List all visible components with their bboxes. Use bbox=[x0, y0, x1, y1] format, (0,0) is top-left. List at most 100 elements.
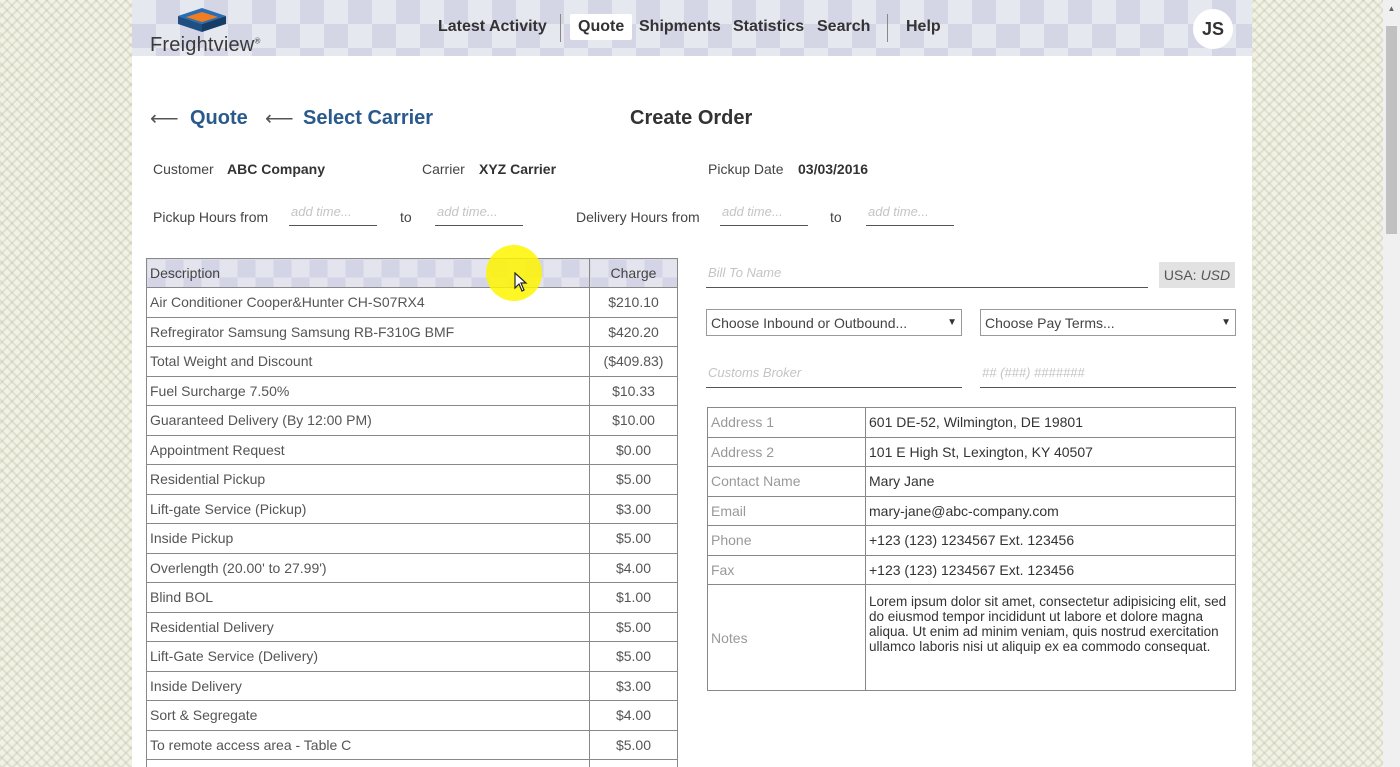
inbound-outbound-select-value: Choose Inbound or Outbound... bbox=[711, 314, 908, 331]
charge-row: Fuel Surcharge 7.50% $10.33 bbox=[146, 375, 678, 406]
charges-table-body: Air Conditioner Cooper&Hunter CH-S07RX4 $… bbox=[146, 287, 678, 767]
pickup-from-time-input[interactable] bbox=[289, 198, 377, 226]
customs-broker-phone-input[interactable] bbox=[980, 358, 1236, 388]
nav-statistics[interactable]: Statistics bbox=[733, 18, 804, 36]
phone-label: Phone bbox=[707, 525, 866, 556]
address1-value[interactable]: 601 DE-52, Wilmington, DE 19801 bbox=[865, 407, 1236, 438]
charge-row: Lift-gate Service (Pickup) $3.00 bbox=[146, 493, 678, 524]
charge-row: Overlength (20.00' to 27.99') $4.00 bbox=[146, 552, 678, 583]
charge-description: Lift-Gate Service (Delivery) bbox=[146, 641, 590, 672]
charge-description: Fuel Surcharge 7.50% bbox=[146, 375, 590, 406]
charge-amount: $10.33 bbox=[589, 375, 678, 406]
inbound-outbound-select[interactable]: Choose Inbound or Outbound... ▼ bbox=[706, 309, 962, 336]
address1-label: Address 1 bbox=[707, 407, 866, 438]
email-label: Email bbox=[707, 495, 866, 526]
pickup-date-value: 03/03/2016 bbox=[798, 161, 869, 177]
charge-amount bbox=[589, 759, 678, 767]
nav-search[interactable]: Search bbox=[817, 18, 870, 36]
charge-column-header: Charge bbox=[589, 258, 678, 288]
top-navigation-bar: Freightview® Latest Activity Quote Shipm… bbox=[132, 0, 1252, 56]
charge-row: Appointment Request $0.00 bbox=[146, 434, 678, 465]
charge-description: Guaranteed Delivery (By 12:00 PM) bbox=[146, 405, 590, 436]
charge-row: Refregirator Samsung Samsung RB-F310G BM… bbox=[146, 316, 678, 347]
breadcrumb-select-carrier-link[interactable]: Select Carrier bbox=[303, 107, 433, 130]
charge-amount: $210.10 bbox=[589, 287, 678, 318]
delivery-hours-label: Delivery Hours from bbox=[576, 209, 700, 225]
charge-amount: $4.00 bbox=[589, 700, 678, 731]
charge-description: Inside Pickup bbox=[146, 523, 590, 554]
charge-amount: $420.20 bbox=[589, 316, 678, 347]
charge-description: Residential Delivery bbox=[146, 611, 590, 642]
address2-value[interactable]: 101 E High St, Lexington, KY 40507 bbox=[865, 436, 1236, 467]
bill-to-name-input[interactable] bbox=[706, 258, 1148, 288]
nav-divider bbox=[887, 14, 888, 42]
charge-description: Total Weight and Discount bbox=[146, 346, 590, 377]
to-label: to bbox=[400, 209, 412, 225]
notes-row: Notes Lorem ipsum dolor sit amet, consec… bbox=[707, 584, 1236, 691]
charge-description: Overlength (20.00' to 27.99') bbox=[146, 552, 590, 583]
nav-latest-activity[interactable]: Latest Activity bbox=[438, 18, 547, 36]
nav-quote[interactable]: Quote bbox=[570, 14, 633, 40]
logo-boxes-icon bbox=[178, 8, 226, 32]
notes-value[interactable]: Lorem ipsum dolor sit amet, consectetur … bbox=[865, 584, 1236, 691]
charge-amount: $3.00 bbox=[589, 670, 678, 701]
fax-row: Fax +123 (123) 1234567 Ext. 123456 bbox=[707, 554, 1236, 585]
pay-terms-select-value: Choose Pay Terms... bbox=[985, 314, 1115, 331]
contact-name-row: Contact Name Mary Jane bbox=[707, 466, 1236, 497]
charge-row: Air Conditioner Cooper&Hunter CH-S07RX4 $… bbox=[146, 287, 678, 318]
charge-amount: $1.00 bbox=[589, 582, 678, 613]
chevron-down-icon: ▼ bbox=[1221, 317, 1231, 328]
charges-table: Description Charge Air Conditioner Coope… bbox=[146, 258, 678, 767]
nav-help[interactable]: Help bbox=[906, 18, 941, 36]
chevron-down-icon: ▼ bbox=[947, 317, 957, 328]
charge-row: Residential Delivery $5.00 bbox=[146, 611, 678, 642]
charge-description bbox=[146, 759, 590, 767]
customs-broker-input[interactable] bbox=[706, 358, 962, 388]
charge-description: Sort & Segregate bbox=[146, 700, 590, 731]
pickup-to-time-input[interactable] bbox=[435, 198, 523, 226]
notes-label: Notes bbox=[707, 584, 866, 691]
charge-row: To remote access area - Table C $5.00 bbox=[146, 729, 678, 760]
charge-description: Refregirator Samsung Samsung RB-F310G BM… bbox=[146, 316, 590, 347]
currency-country: USA: bbox=[1163, 267, 1197, 283]
carrier-label: Carrier bbox=[422, 161, 465, 177]
customer-label: Customer bbox=[153, 161, 214, 177]
fax-value[interactable]: +123 (123) 1234567 Ext. 123456 bbox=[865, 554, 1236, 585]
contact-name-label: Contact Name bbox=[707, 466, 866, 497]
charge-amount: $0.00 bbox=[589, 434, 678, 465]
breadcrumb-quote-link[interactable]: Quote bbox=[190, 107, 248, 130]
phone-value[interactable]: +123 (123) 1234567 Ext. 123456 bbox=[865, 525, 1236, 556]
charge-row: Sort & Segregate $4.00 bbox=[146, 700, 678, 731]
charge-row: Blind BOL $1.00 bbox=[146, 582, 678, 613]
currency-badge: USA: USD bbox=[1159, 262, 1235, 288]
charge-amount: $5.00 bbox=[589, 464, 678, 495]
charge-amount: ($409.83) bbox=[589, 346, 678, 377]
nav-shipments[interactable]: Shipments bbox=[639, 18, 721, 36]
charge-amount: $10.00 bbox=[589, 405, 678, 436]
charge-description: Inside Delivery bbox=[146, 670, 590, 701]
contact-name-value[interactable]: Mary Jane bbox=[865, 466, 1236, 497]
scroll-up-arrow-icon[interactable]: ▲ bbox=[1383, 0, 1400, 16]
pickup-date-label: Pickup Date bbox=[708, 161, 784, 177]
back-arrow-icon: ⟵ bbox=[265, 108, 294, 130]
scrollbar-thumb[interactable] bbox=[1386, 26, 1397, 234]
address2-row: Address 2 101 E High St, Lexington, KY 4… bbox=[707, 436, 1236, 467]
page-scrollbar[interactable] bbox=[1383, 16, 1400, 767]
freightview-logo[interactable]: Freightview® bbox=[150, 4, 280, 56]
carrier-value: XYZ Carrier bbox=[479, 161, 557, 177]
address2-label: Address 2 bbox=[707, 436, 866, 467]
charge-row: Inside Delivery $3.00 bbox=[146, 670, 678, 701]
email-row: Email mary-jane@abc-company.com bbox=[707, 495, 1236, 526]
user-avatar[interactable]: JS bbox=[1193, 9, 1233, 49]
charge-description: Lift-gate Service (Pickup) bbox=[146, 493, 590, 524]
charge-row: Total Weight and Discount ($409.83) bbox=[146, 346, 678, 377]
charge-description: Residential Pickup bbox=[146, 464, 590, 495]
delivery-to-time-input[interactable] bbox=[866, 198, 954, 226]
pay-terms-select[interactable]: Choose Pay Terms... ▼ bbox=[980, 309, 1236, 336]
charge-row: Inside Pickup $5.00 bbox=[146, 523, 678, 554]
charge-row: Lift-Gate Service (Delivery) $5.00 bbox=[146, 641, 678, 672]
phone-row: Phone +123 (123) 1234567 Ext. 123456 bbox=[707, 525, 1236, 556]
delivery-from-time-input[interactable] bbox=[720, 198, 808, 226]
email-value[interactable]: mary-jane@abc-company.com bbox=[865, 495, 1236, 526]
fax-label: Fax bbox=[707, 554, 866, 585]
